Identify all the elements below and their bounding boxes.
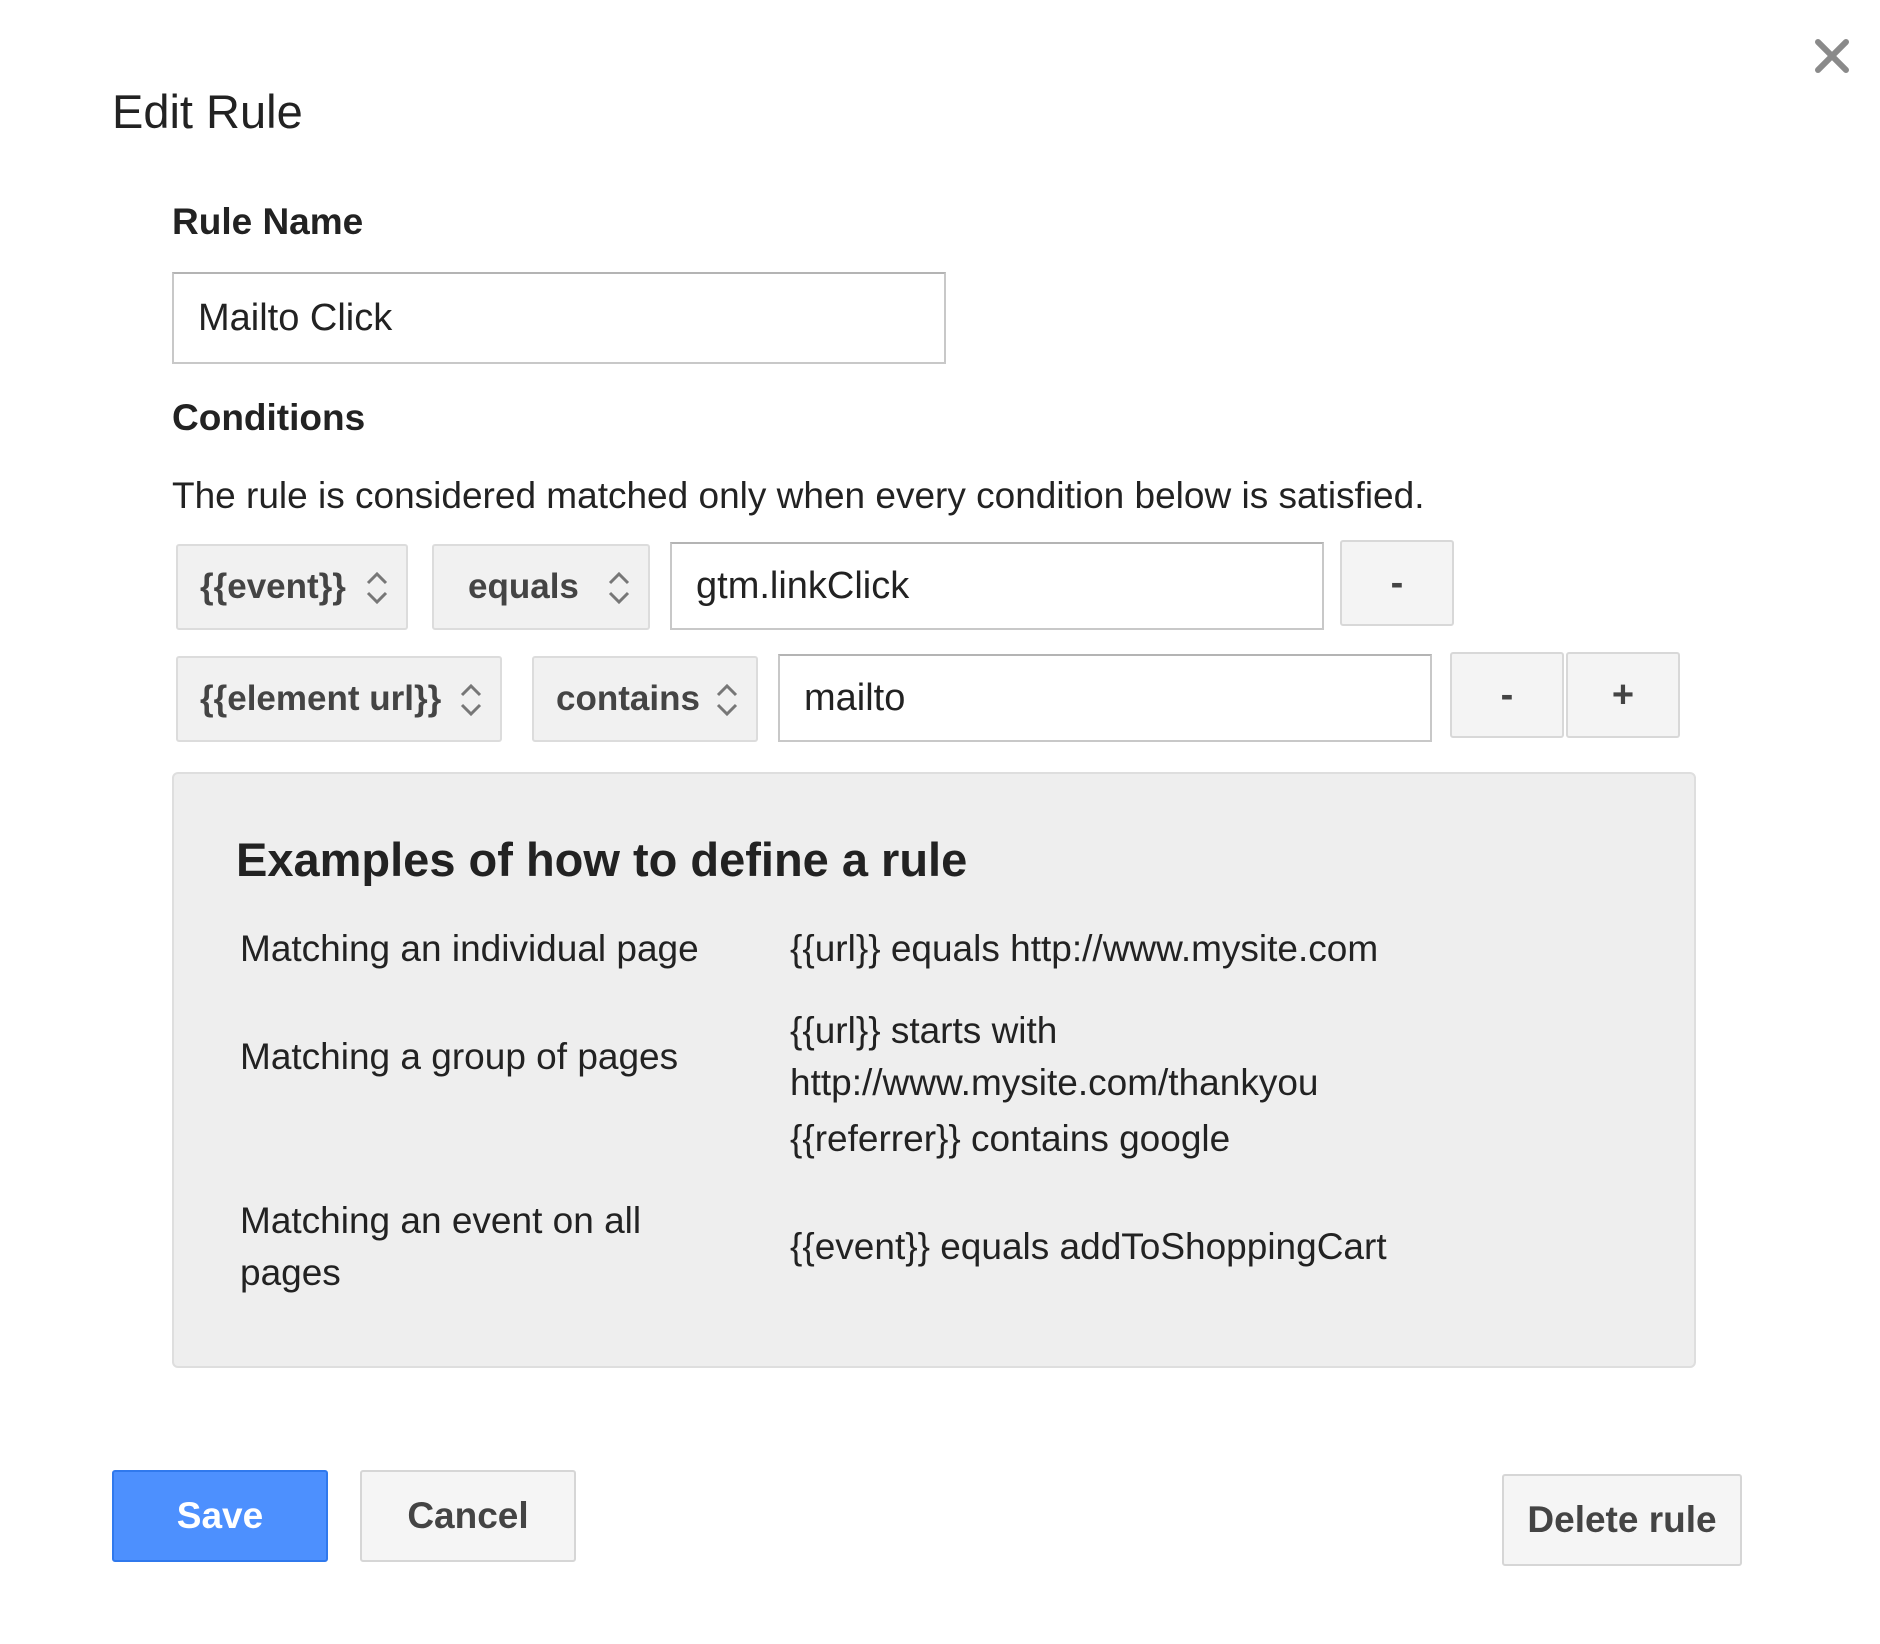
select-arrows-icon xyxy=(460,683,482,717)
select-arrows-icon xyxy=(608,571,630,605)
condition-1-operator-value: equals xyxy=(468,567,579,606)
condition-2-variable-select[interactable]: {{element url}} xyxy=(176,656,502,742)
condition-2-operator-value: contains xyxy=(556,679,700,718)
dialog-title: Edit Rule xyxy=(112,85,303,138)
example-2-label: Matching a group of pages xyxy=(240,1036,679,1077)
cancel-button[interactable]: Cancel xyxy=(360,1470,576,1562)
condition-1-remove-button[interactable]: - xyxy=(1340,540,1454,626)
rule-name-input[interactable] xyxy=(172,272,946,364)
condition-2-value-input[interactable] xyxy=(778,654,1432,742)
example-2-value-line-3: {{referrer}} contains google xyxy=(790,1118,1231,1159)
example-3-label-line-2: pages xyxy=(240,1252,341,1293)
example-1-label: Matching an individual page xyxy=(240,928,699,969)
condition-2-remove-button[interactable]: - xyxy=(1450,652,1564,738)
condition-1-variable-select[interactable]: {{event}} xyxy=(176,544,408,630)
rule-name-label: Rule Name xyxy=(172,201,364,242)
example-2-value-line-2: http://www.mysite.com/thankyou xyxy=(790,1062,1319,1103)
save-button[interactable]: Save xyxy=(112,1470,328,1562)
condition-2-variable-value: {{element url}} xyxy=(200,679,442,718)
select-arrows-icon xyxy=(366,571,388,605)
example-2-value-line-1: {{url}} starts with xyxy=(790,1010,1058,1051)
delete-rule-button[interactable]: Delete rule xyxy=(1502,1474,1742,1566)
select-arrows-icon xyxy=(716,683,738,717)
example-3-label-line-1: Matching an event on all xyxy=(240,1200,642,1241)
condition-2-operator-select[interactable]: contains xyxy=(532,656,758,742)
examples-title: Examples of how to define a rule xyxy=(236,833,968,886)
conditions-label: Conditions xyxy=(172,397,366,438)
condition-1-variable-value: {{event}} xyxy=(200,567,346,606)
example-3-value: {{event}} equals addToShoppingCart xyxy=(790,1226,1387,1267)
edit-rule-dialog: Edit Rule Rule Name Conditions The rule … xyxy=(0,0,1880,1644)
condition-1-operator-select[interactable]: equals xyxy=(432,544,650,630)
conditions-help-text: The rule is considered matched only when… xyxy=(172,475,1425,516)
condition-add-button[interactable]: + xyxy=(1566,652,1680,738)
examples-panel: Examples of how to define a rule Matchin… xyxy=(172,772,1696,1368)
close-icon[interactable] xyxy=(1810,34,1854,78)
condition-1-value-input[interactable] xyxy=(670,542,1324,630)
example-1-value: {{url}} equals http://www.mysite.com xyxy=(790,928,1379,969)
